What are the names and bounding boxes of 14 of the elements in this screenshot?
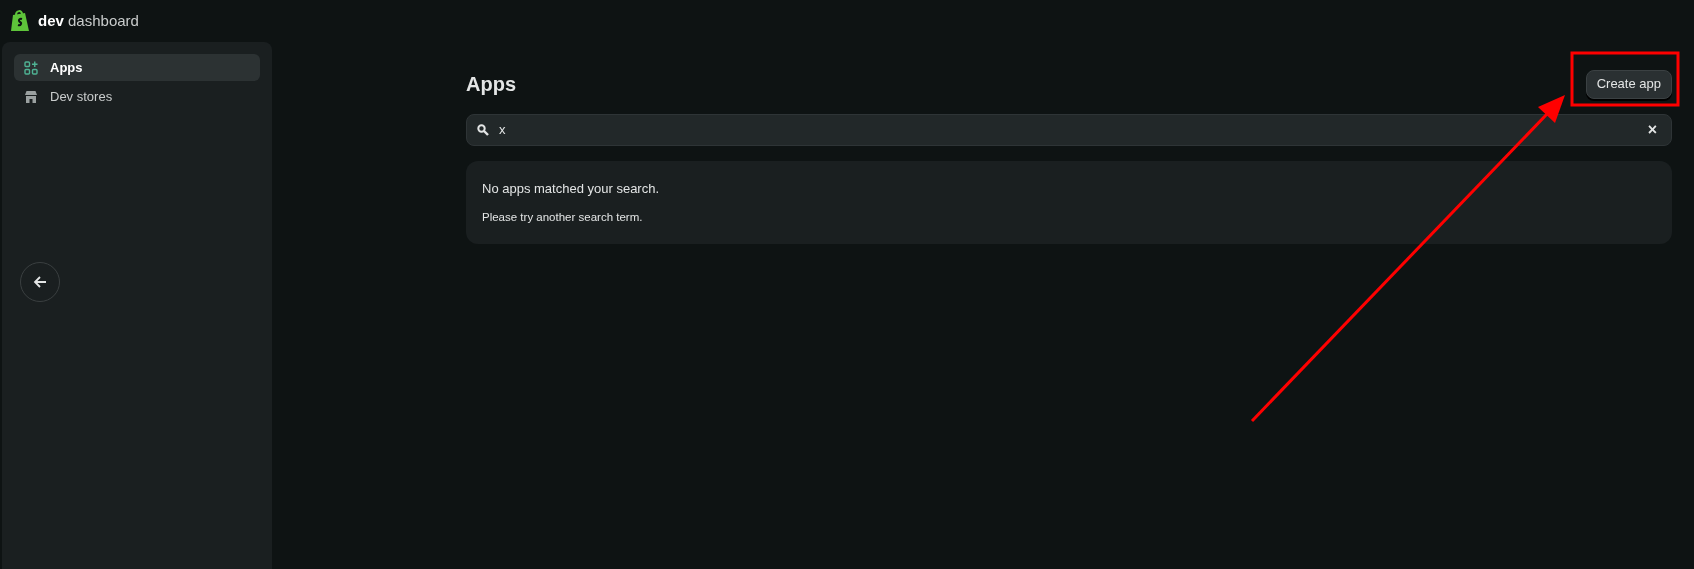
- empty-state-heading: No apps matched your search.: [482, 180, 661, 198]
- search-field[interactable]: x ×: [466, 114, 1672, 146]
- search-icon: [477, 124, 489, 136]
- app-name: dev dashboard: [38, 10, 139, 31]
- clear-button[interactable]: ×: [1643, 118, 1661, 142]
- sidebar-item[interactable]: Dev stores: [14, 83, 260, 110]
- store-icon: [24, 89, 38, 104]
- empty-state-text: Please try another search term.: [482, 209, 644, 225]
- shopping-bag-logo-icon: [10, 9, 30, 33]
- create-app-button[interactable]: Create app: [1585, 69, 1672, 99]
- apps-grid-icon: [24, 60, 38, 75]
- arrow-left-icon: [32, 274, 48, 290]
- page-title: Apps: [466, 72, 516, 97]
- sidebar-item[interactable]: Apps: [14, 54, 260, 81]
